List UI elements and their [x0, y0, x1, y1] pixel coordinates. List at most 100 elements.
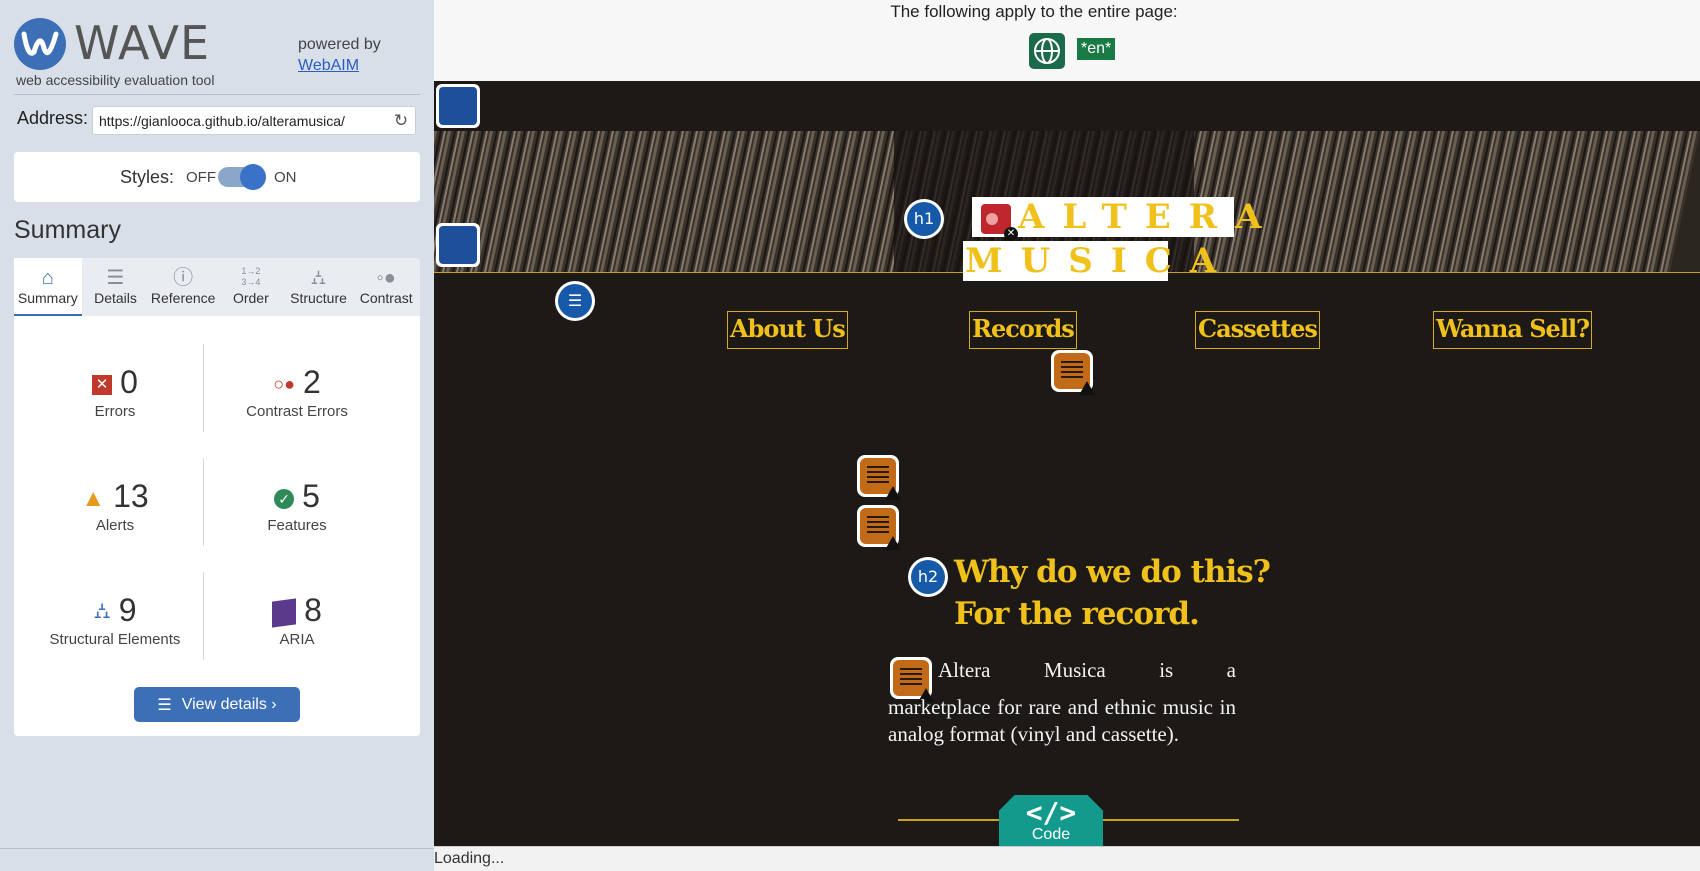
nav-records[interactable]: Records	[969, 311, 1077, 349]
order-icon: 1→2 3→4	[241, 266, 263, 287]
address-label: Address:	[17, 108, 89, 128]
alert-icon[interactable]	[1051, 350, 1095, 395]
tab-label: Structure	[290, 290, 347, 306]
aria-label: ARIA	[279, 631, 315, 648]
tab-label: Summary	[17, 290, 78, 306]
divider	[0, 848, 434, 849]
feature-check-icon: ✓	[274, 488, 295, 509]
structural-count: 9	[118, 592, 137, 628]
refresh-icon[interactable]: ↻	[391, 111, 411, 131]
aria-count: 8	[304, 592, 322, 628]
styles-on-label: ON	[274, 169, 297, 186]
wave-logo-text: WAVE	[74, 16, 211, 70]
powered-by: powered by WebAIM	[298, 34, 381, 76]
code-icon: </>	[1025, 796, 1077, 829]
alerts-stat[interactable]: ▲ 13 Alerts	[24, 478, 206, 534]
divider	[203, 572, 204, 660]
wave-sidebar: WAVE web accessibility evaluation tool p…	[0, 0, 434, 871]
styles-card: Styles: OFF ON	[14, 152, 420, 202]
summary-tabs: ⌂ Summary ☰ Details ⓘ Reference 1→2 3→4 …	[14, 258, 420, 316]
tab-order[interactable]: 1→2 3→4 Order	[217, 258, 285, 316]
tab-label: Reference	[150, 290, 216, 306]
language-globe-icon[interactable]	[1029, 33, 1065, 69]
status-bar: Loading...	[434, 846, 1700, 871]
divider	[203, 344, 204, 432]
tab-label: Details	[94, 290, 137, 306]
tab-contrast[interactable]: ◦● Contrast	[352, 258, 420, 316]
page-level-bar: The following apply to the entire page: …	[434, 0, 1700, 81]
divider	[14, 94, 420, 95]
page-notice: The following apply to the entire page:	[890, 2, 1178, 21]
error-icon: ✕	[92, 374, 113, 395]
alert-icon[interactable]	[857, 455, 901, 500]
divider	[898, 819, 1000, 821]
info-icon: ⓘ	[173, 267, 194, 289]
heading-line-2: For the record.	[954, 596, 1200, 632]
h1-icon[interactable]: h1	[904, 199, 944, 239]
nav-cassettes[interactable]: Cassettes	[1195, 311, 1320, 349]
section-heading: Why do we do this? For the record.	[954, 551, 1271, 635]
tab-summary[interactable]: ⌂ Summary	[14, 258, 82, 316]
divider	[203, 458, 204, 546]
h2-icon[interactable]: h2	[908, 557, 948, 597]
main-region-icon[interactable]	[436, 223, 480, 267]
aria-stat[interactable]: 8 ARIA	[206, 592, 388, 648]
styles-toggle[interactable]	[218, 164, 266, 190]
tab-details[interactable]: ☰ Details	[82, 258, 150, 316]
toggle-knob	[240, 164, 266, 190]
nav-about-us[interactable]: About Us	[727, 311, 848, 349]
paragraph-rest: marketplace for rare and ethnic music in…	[888, 695, 1236, 746]
contrast-count: 2	[302, 364, 321, 400]
tab-label: Order	[232, 290, 269, 306]
code-label: Code	[1031, 826, 1071, 843]
contrast-error-icon[interactable]: ✕	[978, 201, 1018, 241]
aria-icon	[272, 597, 297, 628]
divider	[1103, 819, 1239, 821]
tab-reference[interactable]: ⓘ Reference	[149, 258, 217, 316]
webaim-link[interactable]: WebAIM	[298, 55, 381, 76]
errors-count: 0	[120, 364, 138, 400]
contrast-errors-label: Contrast Errors	[246, 403, 348, 420]
contrast-icon: ◦●	[376, 267, 396, 289]
hierarchy-icon: ⛼	[310, 267, 327, 289]
address-input[interactable]	[92, 106, 416, 135]
powered-by-label: powered by	[298, 36, 381, 53]
styles-off-label: OFF	[186, 169, 216, 186]
wave-tagline: web accessibility evaluation tool	[16, 72, 215, 88]
list-icon[interactable]: ☰	[555, 281, 595, 321]
alerts-label: Alerts	[95, 517, 135, 534]
features-count: 5	[302, 478, 320, 514]
paragraph-first-line: Altera Musica is a	[938, 658, 1236, 682]
intro-paragraph: Altera Musica is a marketplace for rare …	[888, 657, 1236, 748]
alerts-count: 13	[113, 478, 149, 514]
contrast-errors-stat[interactable]: ○● 2 Contrast Errors	[206, 364, 388, 420]
region-icon[interactable]	[436, 84, 480, 128]
errors-stat[interactable]: ✕ 0 Errors	[24, 364, 206, 420]
heading-line-1: Why do we do this?	[954, 554, 1271, 590]
evaluated-page-pane: The following apply to the entire page: …	[434, 0, 1700, 871]
website-preview: h1 ALTERA MUSICA ✕ ☰ About Us Records Ca…	[434, 81, 1700, 846]
alert-icon[interactable]	[857, 505, 901, 550]
tab-structure[interactable]: ⛼ Structure	[285, 258, 353, 316]
logo-line-2: MUSICA	[963, 241, 1235, 281]
features-stat[interactable]: ✓ 5 Features	[206, 478, 388, 534]
contrast-error-icon: ○●	[273, 374, 295, 395]
list-icon: ☰	[106, 267, 125, 289]
language-badge[interactable]: *en*	[1077, 38, 1116, 60]
styles-label: Styles:	[120, 167, 175, 187]
summary-heading: Summary	[14, 216, 121, 244]
errors-label: Errors	[94, 403, 136, 420]
list-icon: ☰	[157, 696, 172, 714]
view-details-label: View details ›	[181, 695, 277, 713]
home-icon: ⌂	[41, 267, 54, 289]
alert-icon: ▲	[81, 484, 106, 512]
wave-logo-icon	[14, 18, 66, 70]
structural-stat[interactable]: ⛼ 9 Structural Elements	[24, 592, 206, 648]
structure-icon: ⛼	[93, 598, 111, 624]
tab-label: Contrast	[359, 290, 413, 306]
view-details-button[interactable]: ☰ View details ›	[134, 687, 300, 722]
features-label: Features	[267, 517, 327, 534]
nav-wanna-sell[interactable]: Wanna Sell?	[1433, 311, 1593, 349]
structural-label: Structural Elements	[49, 631, 181, 648]
code-toggle-button[interactable]: </> Code	[999, 795, 1103, 846]
